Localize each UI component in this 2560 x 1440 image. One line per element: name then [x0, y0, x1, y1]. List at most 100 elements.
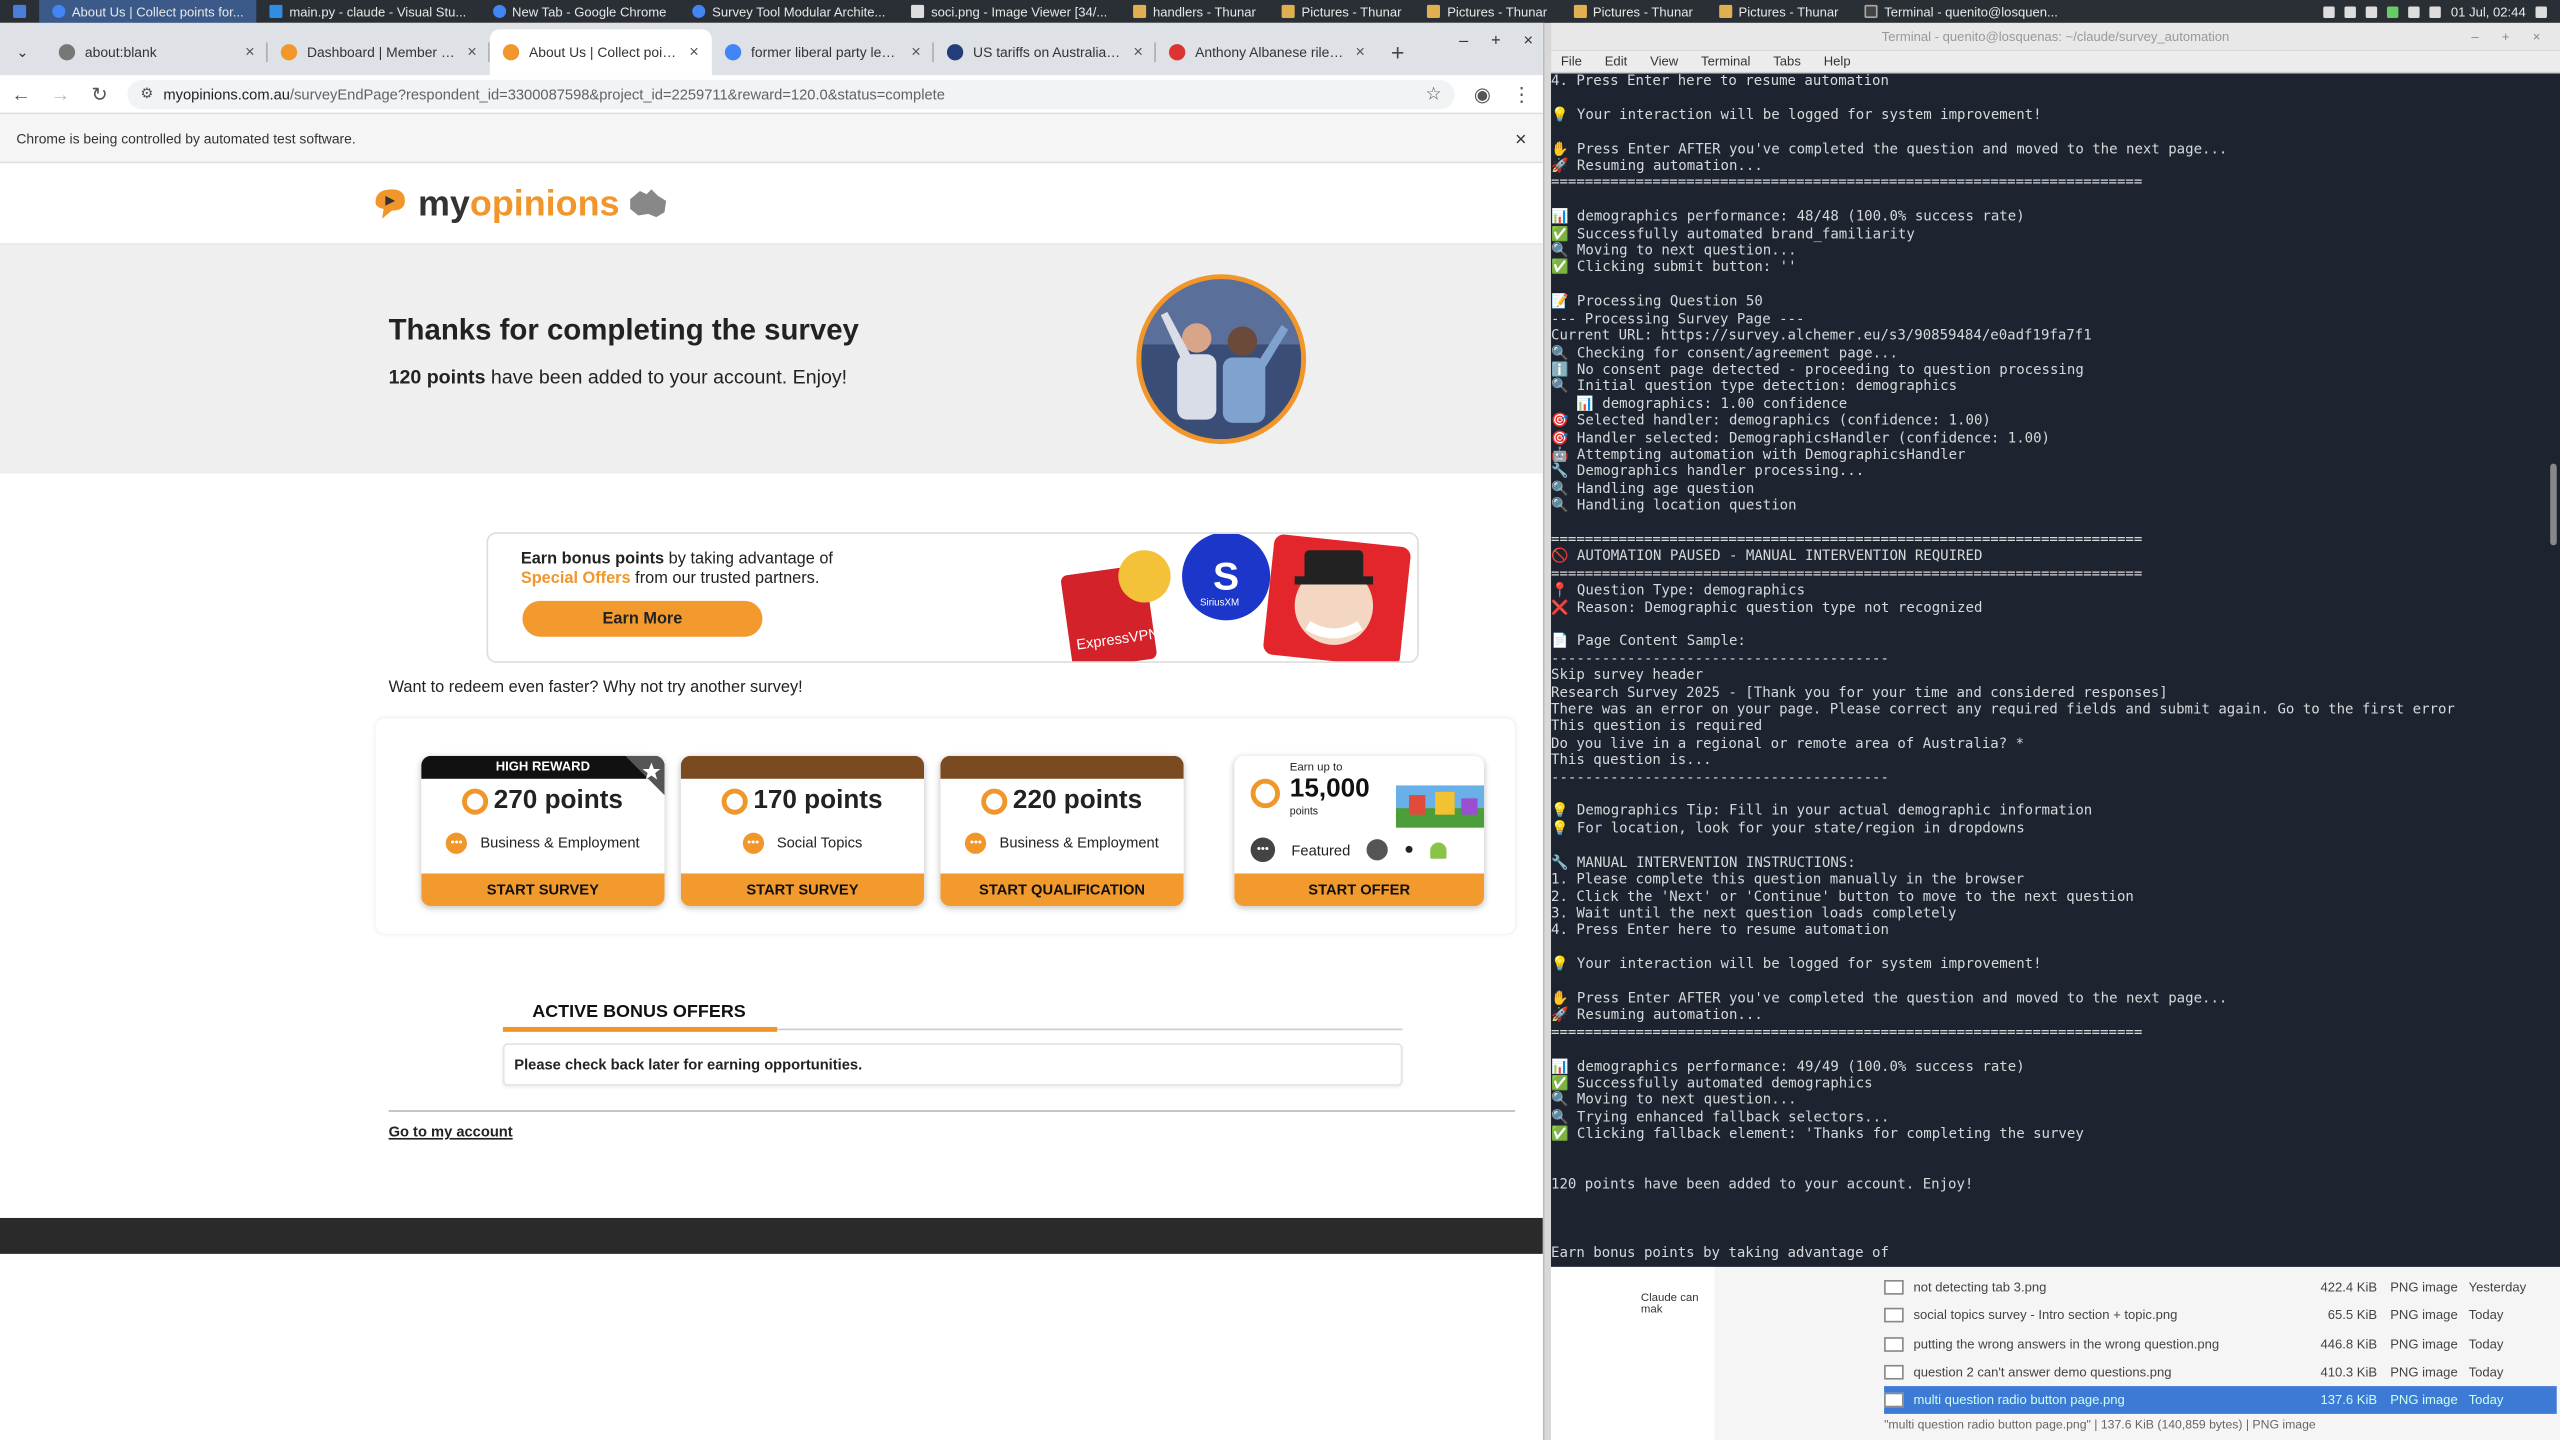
start-offer-button[interactable]: START OFFER: [1234, 873, 1485, 907]
taskbar-item[interactable]: Pictures - Thunar: [1706, 0, 1852, 23]
site-logo[interactable]: my opinions: [372, 182, 672, 224]
offer-card[interactable]: Earn up to 15,000 points ••• Featured ● …: [1234, 755, 1485, 907]
logo-speech-icon: [375, 188, 405, 218]
start-survey-button[interactable]: START SURVEY: [421, 873, 665, 907]
user-icon[interactable]: [2535, 5, 2547, 18]
browser-window: ⌄ about:blank × Dashboard | Member | M × A…: [0, 22, 1545, 1440]
survey-card[interactable]: 170 points ••• Social Topics START SURVEY: [680, 755, 925, 907]
page-content: my opinions Thanks for completing the sur…: [0, 163, 1543, 1440]
close-icon[interactable]: ×: [467, 43, 477, 61]
close-icon[interactable]: ×: [689, 43, 699, 61]
menu-kebab-icon[interactable]: ⋮: [1510, 82, 1533, 105]
menu-help[interactable]: Help: [1824, 54, 1851, 69]
terminal-line: 📊 demographics performance: 49/49 (100.0…: [1551, 1058, 2025, 1076]
site-info-icon[interactable]: ⚙: [140, 85, 153, 103]
back-icon[interactable]: ←: [10, 82, 33, 105]
new-tab-button[interactable]: +: [1378, 29, 1417, 75]
terminal-line: ========================================…: [1551, 566, 2143, 583]
file-row-selected[interactable]: multi question radio button page.png 137.…: [1884, 1386, 2557, 1415]
browser-tab[interactable]: Anthony Albanese riled by ×: [1156, 29, 1378, 75]
terminal-scrollbar[interactable]: [2550, 463, 2557, 546]
terminal-line: 1. Please complete this question manuall…: [1551, 871, 2025, 889]
close-icon[interactable]: ×: [1355, 43, 1365, 61]
reload-icon[interactable]: ↻: [88, 82, 111, 105]
terminal-line: 4. Press Enter here to resume automation: [1551, 73, 1889, 90]
terminal-line: 4. Press Enter here to resume automation: [1551, 922, 1889, 940]
clock[interactable]: 01 Jul, 02:44: [2451, 4, 2526, 19]
start-qualification-button[interactable]: START QUALIFICATION: [940, 873, 1184, 907]
address-bar[interactable]: ⚙ myopinions.com.au/surveyEndPage?respon…: [127, 79, 1455, 109]
close-icon[interactable]: ×: [911, 43, 921, 61]
battery-icon[interactable]: [2387, 5, 2399, 18]
points-coin-icon: [1250, 778, 1280, 809]
terminal-line: Do you live in a regional or remote area…: [1551, 736, 2025, 753]
taskbar-item[interactable]: Survey Tool Modular Archite...: [679, 0, 898, 23]
active-bonus-offers-tab[interactable]: ACTIVE BONUS OFFERS: [532, 1002, 746, 1022]
terminal-line: 📝 Processing Question 50: [1551, 294, 1763, 311]
minimize-icon[interactable]: –: [1459, 33, 1468, 51]
terminal-line: 120 points have been added to your accou…: [1551, 1177, 1974, 1195]
terminal-line: 💡 Your interaction will be logged for sy…: [1551, 107, 2042, 124]
file-row[interactable]: question 2 can't answer demo questions.p…: [1884, 1358, 2557, 1386]
taskbar-item[interactable]: Pictures - Thunar: [1560, 0, 1706, 23]
terminal-output[interactable]: 4. Press Enter here to resume automation…: [1551, 73, 2544, 1266]
browser-tab-active[interactable]: About Us | Collect points f ×: [489, 29, 712, 76]
survey-card[interactable]: HIGH REWARD 270 points ••• Business & Emp…: [421, 755, 665, 907]
terminal-line: 🔍 Handling age question: [1551, 481, 1755, 498]
taskbar-item[interactable]: Pictures - Thunar: [1415, 0, 1561, 23]
wifi-icon[interactable]: [2344, 5, 2357, 18]
menu-terminal[interactable]: Terminal: [1701, 54, 1750, 69]
file-row[interactable]: putting the wrong answers in the wrong q…: [1884, 1330, 2557, 1358]
survey-card[interactable]: 220 points ••• Business & Employment STAR…: [940, 755, 1184, 907]
file-row[interactable]: social topics survey - Intro section + t…: [1884, 1302, 2557, 1330]
taskbar-item[interactable]: About Us | Collect points for...: [39, 0, 257, 23]
siriusxm-label: SiriusXM: [1200, 598, 1239, 609]
menu-edit[interactable]: Edit: [1605, 54, 1628, 69]
close-icon[interactable]: ×: [245, 43, 255, 61]
volume-icon[interactable]: [2429, 5, 2442, 18]
image-file-icon: [1884, 1364, 1904, 1380]
taskbar-item[interactable]: Terminal - quenito@losquen...: [1852, 0, 2071, 23]
terminal-window-controls[interactable]: – + ×: [2471, 23, 2550, 51]
menu-tabs[interactable]: Tabs: [1773, 54, 1801, 69]
infobar-close-icon[interactable]: ×: [1515, 127, 1526, 150]
menu-file[interactable]: File: [1561, 54, 1582, 69]
power-icon[interactable]: [2408, 5, 2420, 18]
forward-icon[interactable]: →: [49, 82, 72, 105]
terminal-line: Current URL: https://survey.alchemer.eu/…: [1551, 328, 2092, 345]
terminal-line: ✅ Successfully automated demographics: [1551, 1075, 1873, 1093]
taskbar-item[interactable]: soci.png - Image Viewer [34/...: [898, 0, 1120, 23]
browser-tab[interactable]: Dashboard | Member | M ×: [268, 29, 490, 75]
earn-more-button[interactable]: Earn More: [522, 600, 763, 637]
window-close-icon[interactable]: ×: [1524, 33, 1534, 51]
menu-view[interactable]: View: [1650, 54, 1678, 69]
taskbar-item[interactable]: main.py - claude - Visual Stu...: [257, 0, 480, 23]
taskbar-item[interactable]: New Tab - Google Chrome: [479, 0, 679, 23]
bluetooth-icon[interactable]: [2323, 5, 2335, 18]
notification-icon[interactable]: [2366, 5, 2378, 18]
tab-search-icon[interactable]: ⌄: [7, 29, 46, 75]
apps-menu-icon[interactable]: [0, 0, 39, 23]
go-to-account-link[interactable]: Go to my account: [389, 1123, 513, 1139]
url-host: myopinions.com.au: [163, 85, 290, 103]
close-icon[interactable]: ×: [1133, 43, 1143, 61]
start-survey-button[interactable]: START SURVEY: [680, 873, 925, 907]
taskbar-item[interactable]: handlers - Thunar: [1120, 0, 1269, 23]
profile-icon[interactable]: ◉: [1471, 82, 1494, 105]
terminal-line: 📊 demographics performance: 48/48 (100.0…: [1551, 209, 2025, 226]
taskbar-item[interactable]: Pictures - Thunar: [1269, 0, 1415, 23]
bookmark-star-icon[interactable]: ☆: [1426, 83, 1442, 105]
star-badge-icon: [625, 755, 665, 796]
browser-tab[interactable]: about:blank ×: [46, 29, 268, 75]
browser-tab[interactable]: former liberal party leade ×: [712, 29, 934, 75]
file-row[interactable]: not detecting tab 3.png 422.4 KiB PNG imag…: [1884, 1273, 2557, 1301]
survey-points: 170 points: [681, 779, 924, 823]
terminal-line: 3. Wait until the next question loads co…: [1551, 905, 1957, 923]
terminal-line: Skip survey header: [1551, 668, 1704, 685]
maximize-icon[interactable]: +: [1491, 33, 1501, 51]
browser-tab[interactable]: US tariffs on Australia 'sho ×: [934, 29, 1156, 75]
points-coin-icon: [722, 787, 749, 814]
